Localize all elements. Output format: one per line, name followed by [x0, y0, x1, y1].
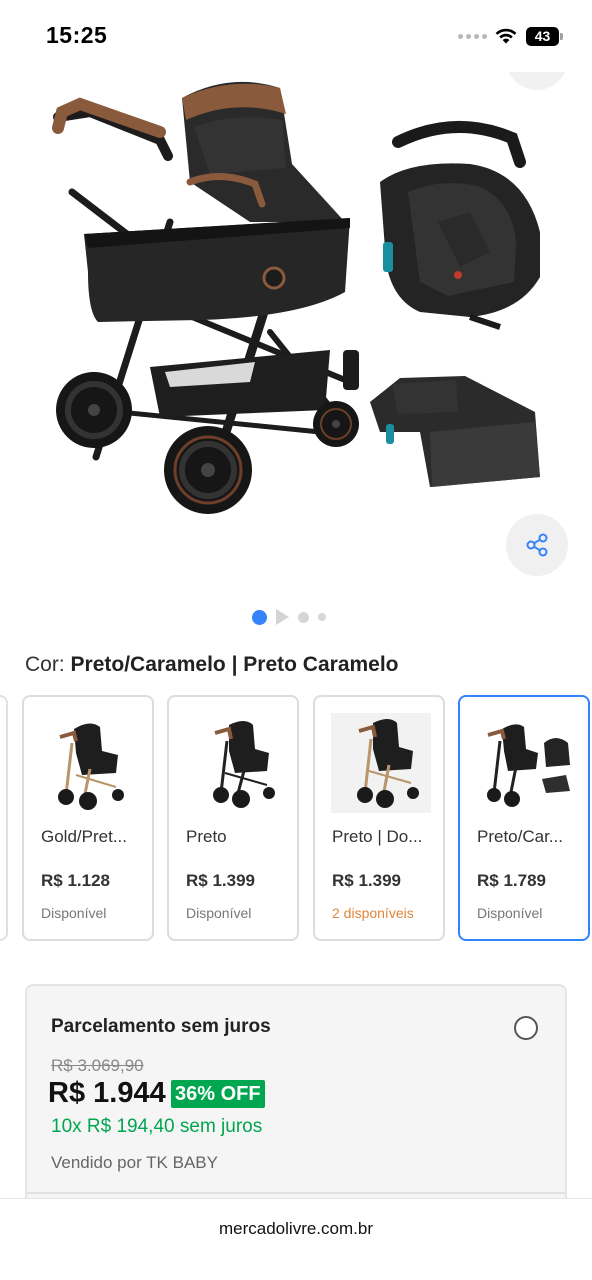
variant-name: Preto: [186, 827, 227, 846]
variant-card-selected[interactable]: Preto/Car... R$ 1.789 Disponível: [458, 695, 590, 941]
status-bar: 15:25 43: [0, 0, 592, 72]
battery-level: 43: [526, 27, 559, 46]
variant-card[interactable]: Preto | Do... R$ 1.399 2 disponíveis: [313, 695, 445, 941]
variant-card[interactable]: Preto R$ 1.399 Disponível: [167, 695, 299, 941]
share-icon: [526, 533, 548, 557]
variant-price: R$ 1.128: [41, 871, 110, 890]
installment-option-title: Parcelamento sem juros: [51, 1016, 271, 1037]
installment-option-radio[interactable]: [514, 1016, 538, 1040]
variant-thumbnail: [213, 721, 275, 808]
wifi-icon: [495, 28, 517, 44]
variant-name: Preto/Car...: [477, 827, 563, 846]
installments-text: 10x R$ 194,40 sem juros: [51, 1116, 263, 1137]
variant-thumbnail: [331, 713, 431, 813]
color-selector-label: Cor: Preto/Caramelo | Preto Caramelo: [25, 653, 399, 677]
product-image[interactable]: [0, 72, 592, 542]
variant-thumbnail: [487, 724, 570, 807]
variant-stock: Disponível: [186, 905, 252, 921]
status-time: 15:25: [46, 22, 108, 48]
variant-name: Gold/Pret...: [41, 827, 127, 846]
variant-stock: 2 disponíveis: [332, 905, 414, 921]
variant-price: R$ 1.399: [186, 871, 255, 890]
current-price: R$ 1.944: [48, 1077, 166, 1109]
installment-option-card[interactable]: Parcelamento sem juros R$ 3.069,90 R$ 1.…: [25, 984, 567, 1214]
pagination-video-icon[interactable]: [276, 609, 289, 625]
battery-icon: 43: [526, 27, 563, 46]
seller-text: Vendido por TK BABY: [51, 1153, 218, 1172]
cellular-dots-icon: [458, 34, 487, 39]
pagination-dot[interactable]: [318, 613, 326, 621]
pagination-dot-active[interactable]: [252, 609, 267, 625]
browser-url-bar[interactable]: mercadolivre.com.br: [0, 1198, 592, 1280]
discount-badge: 36% OFF: [171, 1080, 265, 1108]
variant-stock: Disponível: [477, 905, 543, 921]
share-button[interactable]: [506, 514, 568, 576]
variant-price: R$ 1.399: [332, 871, 401, 890]
url-text[interactable]: mercadolivre.com.br: [0, 1219, 592, 1239]
original-price: R$ 3.069,90: [51, 1056, 144, 1075]
gallery-pagination[interactable]: [252, 608, 326, 626]
variant-price: R$ 1.789: [477, 871, 546, 890]
pagination-dot[interactable]: [298, 611, 309, 623]
variant-name: Preto | Do...: [332, 827, 423, 846]
variant-thumbnail: [58, 723, 124, 810]
variant-card-partial[interactable]: [0, 695, 8, 941]
product-gallery[interactable]: [0, 72, 592, 592]
divider: [27, 1192, 565, 1194]
variant-stock: Disponível: [41, 905, 107, 921]
color-label: Cor:: [25, 653, 71, 676]
color-value: Preto/Caramelo | Preto Caramelo: [70, 653, 399, 676]
variant-card[interactable]: Gold/Pret... R$ 1.128 Disponível: [22, 695, 154, 941]
